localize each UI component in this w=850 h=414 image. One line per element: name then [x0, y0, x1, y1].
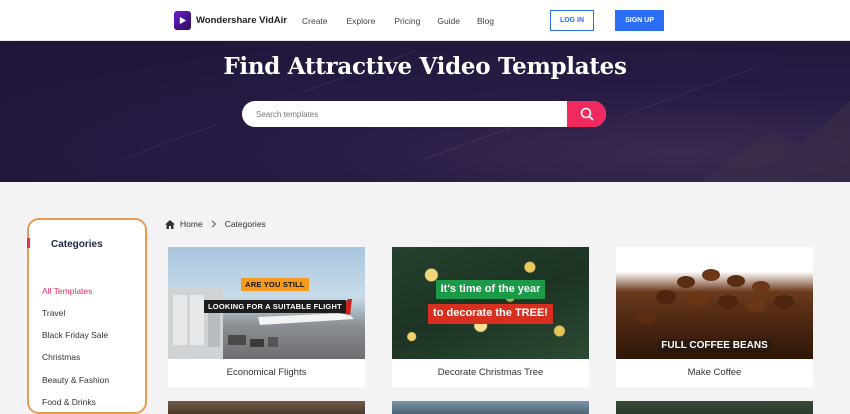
overlay-line2: LOOKING FOR A SUITABLE FLIGHT [204, 300, 346, 314]
sidebar-title: Categories [51, 239, 103, 250]
overlay-text: It's time of the year to decorate the TR… [392, 277, 589, 324]
hero-streak [122, 123, 218, 160]
chevron-right-icon [211, 220, 216, 228]
login-button[interactable]: LOG IN [550, 10, 594, 31]
vidair-logo-icon [174, 11, 191, 30]
nav-link-create[interactable]: Create [302, 16, 328, 26]
search-button[interactable] [567, 101, 606, 127]
search-bar [242, 101, 606, 127]
overlay-line1: ARE YOU STILL [241, 278, 309, 292]
sidebar-item-travel[interactable]: Travel [42, 308, 65, 318]
hero-mountain-shape [700, 101, 850, 182]
card-title[interactable]: Decorate Christmas Tree [392, 367, 589, 378]
sidebar-item-beauty-fashion[interactable]: Beauty & Fashion [42, 375, 109, 385]
nav-link-blog[interactable]: Blog [477, 16, 494, 26]
brand-logo[interactable]: Wondershare VidAir [174, 11, 287, 30]
overlay-line1: It's time of the year [435, 280, 546, 300]
overlay-line1: FULL COFFEE BEANS [658, 339, 771, 352]
top-navbar: Wondershare VidAir Create Explore Pricin… [0, 0, 850, 41]
card-title[interactable]: Economical Flights [168, 367, 365, 378]
nav-link-pricing[interactable]: Pricing [394, 16, 420, 26]
template-card[interactable]: FULL COFFEE BEANS Make Coffee [616, 247, 813, 387]
template-thumbnail[interactable]: It's time of the year to decorate the TR… [392, 247, 589, 359]
overlay-text: ARE YOU STILL LOOKING FOR A SUITABLE FLI… [204, 273, 346, 315]
brand-name: Wondershare VidAir [196, 15, 287, 26]
sidebar-accent-bar [27, 238, 30, 248]
breadcrumb-home[interactable]: Home [180, 219, 203, 229]
breadcrumb-current: Categories [224, 219, 266, 229]
template-thumbnail[interactable]: FULL COFFEE BEANS [616, 247, 813, 359]
nav-link-explore[interactable]: Explore [347, 16, 376, 26]
nav-links: Create Explore Pricing Guide Blog [302, 16, 494, 26]
signup-button[interactable]: SIGN UP [615, 10, 664, 31]
breadcrumb: Home Categories [165, 219, 266, 229]
nav-link-guide[interactable]: Guide [437, 16, 460, 26]
template-card[interactable]: It's time of the year to decorate the TR… [392, 247, 589, 387]
sidebar-item-all-templates[interactable]: All Templates [42, 286, 92, 296]
overlay-line2: to decorate the TREE! [428, 304, 553, 324]
sidebar-item-christmas[interactable]: Christmas [42, 352, 80, 362]
hero-title: Find Attractive Video Templates [223, 53, 627, 80]
sidebar-item-food-drinks[interactable]: Food & Drinks [42, 397, 96, 407]
template-thumbnail-peek[interactable] [616, 401, 813, 414]
template-card[interactable]: ARE YOU STILL LOOKING FOR A SUITABLE FLI… [168, 247, 365, 387]
overlay-text: FULL COFFEE BEANS [616, 335, 813, 353]
hero-banner: Find Attractive Video Templates [0, 41, 850, 182]
card-title[interactable]: Make Coffee [616, 367, 813, 378]
home-icon [165, 219, 175, 229]
template-thumbnail-peek[interactable] [392, 401, 589, 414]
categories-sidebar: Categories All Templates Travel Black Fr… [27, 218, 147, 414]
search-icon [580, 107, 593, 121]
template-thumbnail[interactable]: ARE YOU STILL LOOKING FOR A SUITABLE FLI… [168, 247, 365, 359]
sidebar-item-black-friday-sale[interactable]: Black Friday Sale [42, 330, 108, 340]
template-thumbnail-peek[interactable] [168, 401, 365, 414]
search-input[interactable] [242, 101, 567, 127]
